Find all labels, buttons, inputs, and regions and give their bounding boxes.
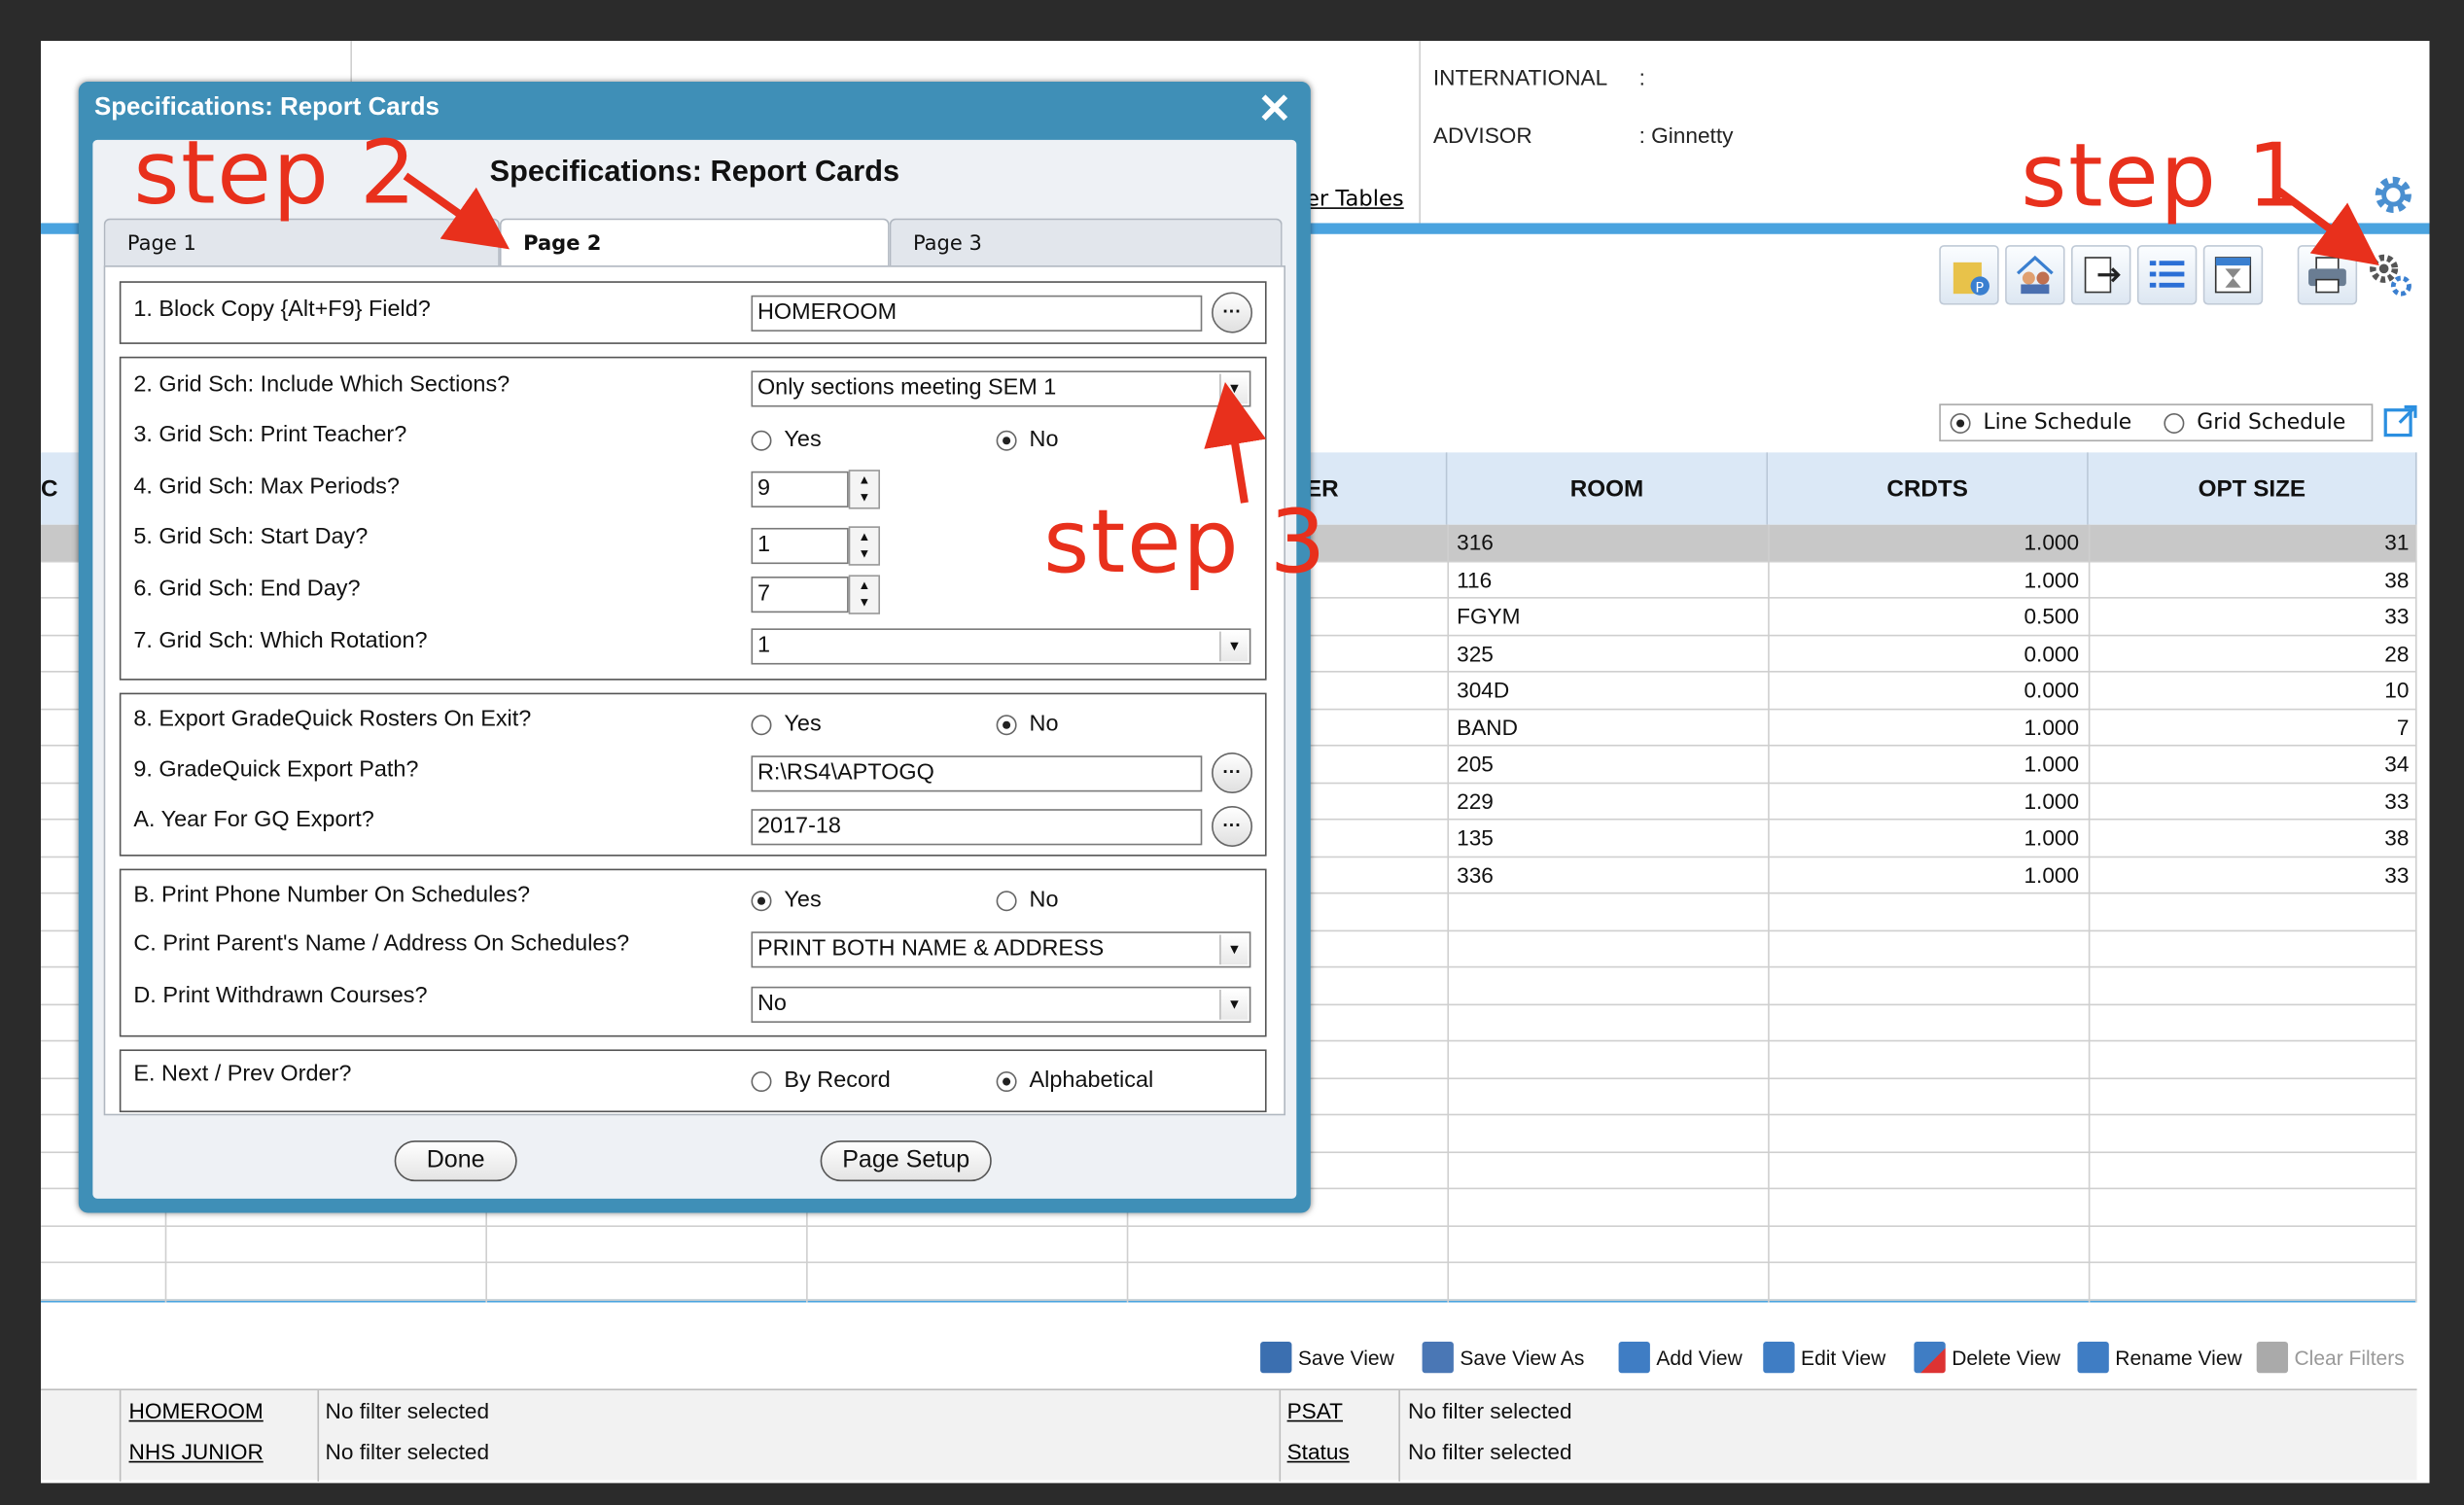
step-2-arrow	[403, 172, 510, 250]
annotation-arrows	[403, 172, 2379, 504]
step-3-arrow	[1204, 381, 1267, 504]
screenshot-stage: INTERNATIONAL : ADVISOR : Ginnetty er Ta…	[0, 0, 2464, 1505]
step-1-arrow	[2272, 185, 2379, 265]
